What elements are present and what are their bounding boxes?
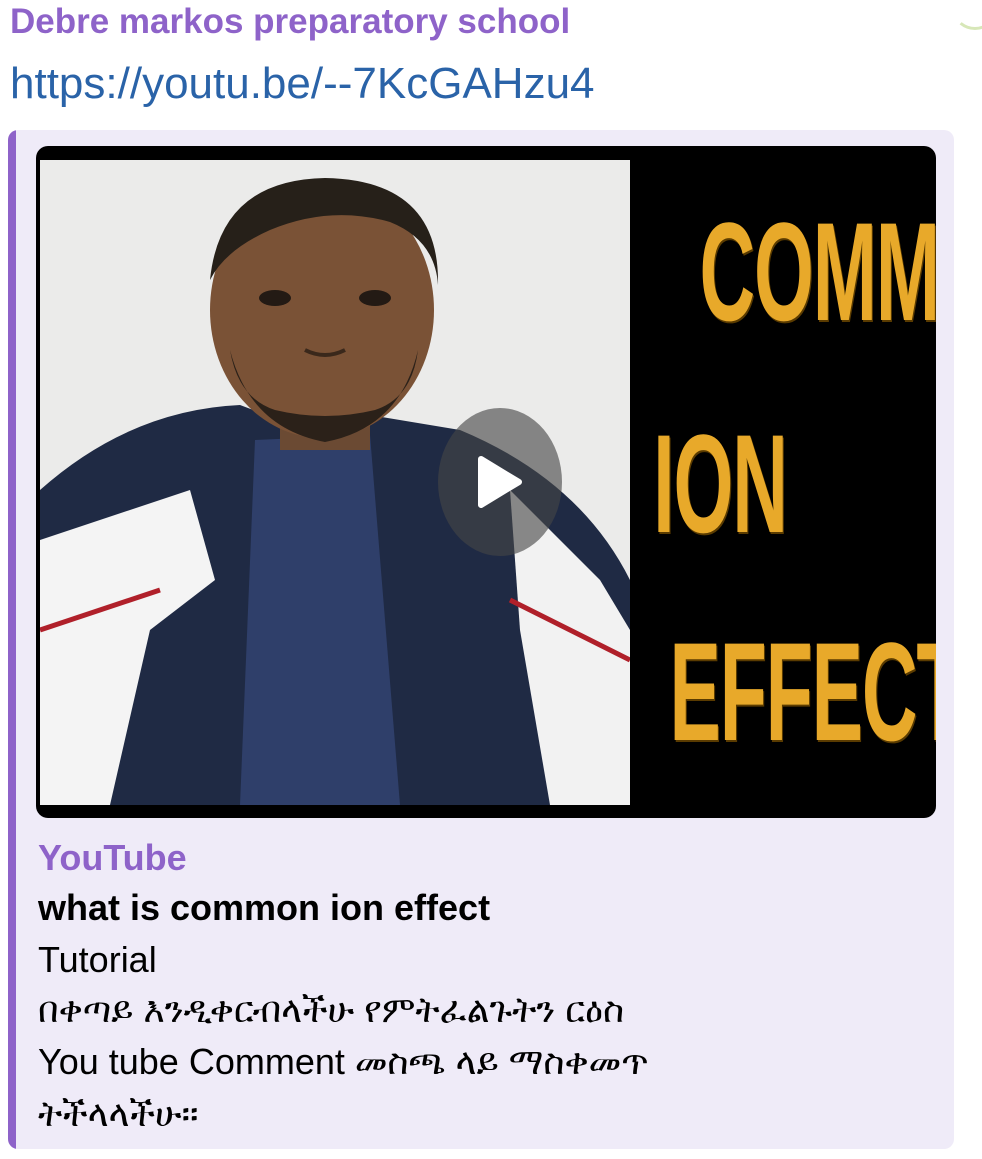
play-button[interactable] [438, 408, 562, 556]
youtube-link[interactable]: https://youtu.be/--7KcGAHzu4 [10, 56, 595, 112]
thumbnail-word-common: COMMON [699, 193, 937, 350]
preview-accent-bar [8, 130, 16, 1149]
chat-message: Debre markos preparatory school https://… [0, 0, 960, 1159]
preview-site-name: YouTube [38, 837, 187, 878]
link-preview-card[interactable]: COMMON ION EFFECT YouTube what is common… [8, 130, 954, 1149]
preview-title: what is common ion effect [38, 887, 491, 928]
sender-name[interactable]: Debre markos preparatory school [10, 0, 570, 44]
preview-description-line: በቀጣይ እንዲቀርብላችሁ የምትፈልጉትን ርዕስ [38, 989, 625, 1030]
thumbnail-title-text: COMMON ION EFFECT [632, 146, 937, 818]
thumbnail-word-ion: ION [653, 405, 788, 562]
preview-description-line: Tutorial [38, 939, 157, 980]
video-thumbnail[interactable]: COMMON ION EFFECT [36, 146, 936, 818]
thumbnail-word-effect: EFFECT [669, 613, 937, 770]
preview-description-line: ትችላላችሁ። [38, 1093, 199, 1134]
play-icon [478, 456, 522, 508]
preview-description-line: You tube Comment መስጫ ላይ ማስቀመጥ [38, 1041, 649, 1082]
